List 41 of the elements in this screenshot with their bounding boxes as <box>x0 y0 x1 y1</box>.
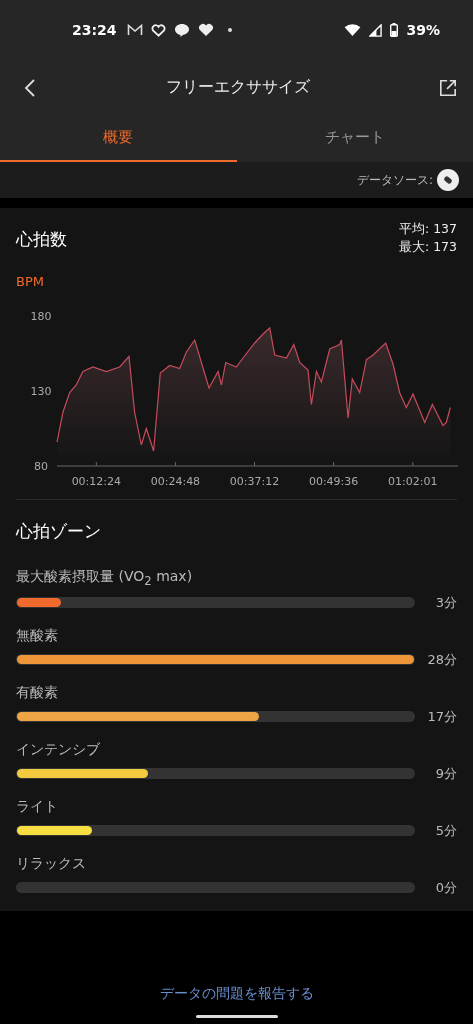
chat-bubble-icon <box>173 22 190 38</box>
zone-duration: 5分 <box>434 821 457 840</box>
axis-label: BPM <box>16 274 44 289</box>
max-value: 最大: 173 <box>398 238 457 256</box>
mail-icon <box>126 23 143 37</box>
battery-icon <box>390 23 399 37</box>
axis-tick-label: 80 <box>34 460 48 473</box>
axis-tick-label: 00:49:36 <box>308 475 359 488</box>
zone-label: リラックス <box>16 854 86 873</box>
axis-tick-label: 01:02:01 <box>388 475 438 488</box>
notification-dot-icon <box>227 28 232 32</box>
axis-tick-label: 00:24:48 <box>150 475 201 488</box>
zone-label: 無酸素 <box>16 626 58 645</box>
zone-label: インテンシブ <box>16 740 100 759</box>
section-title: 心拍数 <box>16 228 67 251</box>
zone-duration: 0分 <box>434 878 457 897</box>
heart-outline-icon <box>150 23 166 37</box>
wifi-icon <box>344 23 362 37</box>
report-link[interactable]: データの問題を報告する <box>159 985 314 1003</box>
home-indicator[interactable] <box>195 1015 278 1018</box>
zone-label: ライト <box>16 797 58 816</box>
axis-tick-label: 00:37:12 <box>229 475 280 488</box>
section-title: 心拍ゾーン <box>16 520 101 543</box>
axis-tick-label: 180 <box>30 310 52 323</box>
zone-duration: 28分 <box>426 650 457 669</box>
data-source-label: データソース: <box>356 171 433 189</box>
zone-duration: 17分 <box>426 707 457 726</box>
zone-duration: 9分 <box>434 764 457 783</box>
axis-tick-label: 130 <box>30 385 52 398</box>
average-value: 平均: 137 <box>398 220 457 238</box>
zone-label: 最大酸素摂取量 (VO$_{2}$ max) <box>16 568 193 588</box>
signal-icon <box>369 23 383 37</box>
battery-percent: 39% <box>406 22 440 38</box>
tab[interactable]: チャート <box>236 115 473 162</box>
status-time: 23:24 <box>72 22 117 38</box>
heart-icon <box>197 23 214 37</box>
axis-tick-label: 00:12:24 <box>71 475 122 488</box>
zone-label: 有酸素 <box>16 683 58 702</box>
page-title: フリーエクササイズ <box>165 77 310 98</box>
zone-duration: 3分 <box>434 593 457 612</box>
device-icon[interactable] <box>437 169 459 191</box>
